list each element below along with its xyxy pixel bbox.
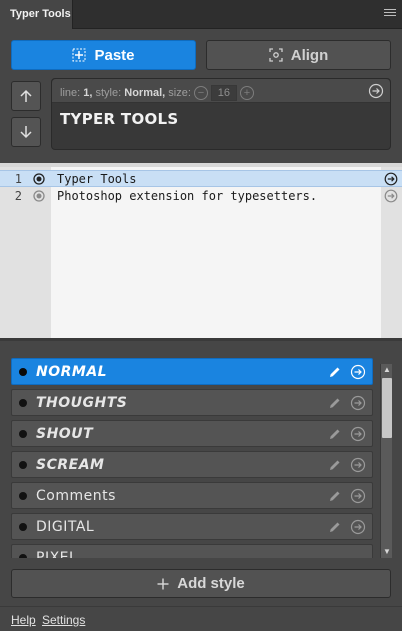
settings-link[interactable]: Settings (42, 613, 85, 627)
style-dot (19, 523, 27, 531)
go-icon[interactable] (350, 395, 366, 411)
style-dot (19, 492, 27, 500)
align-icon (269, 48, 283, 62)
add-style-label: Add style (177, 575, 245, 592)
line-label: line: (60, 87, 81, 99)
previous-line-button[interactable] (11, 81, 41, 111)
go-icon[interactable] (368, 83, 384, 104)
style-item[interactable]: SHOUT (11, 420, 373, 447)
scroll-thumb[interactable] (382, 378, 392, 438)
style-name: SHOUT (36, 426, 94, 442)
style-item[interactable]: THOUGHTS (11, 389, 373, 416)
style-item[interactable]: Comments (11, 482, 373, 509)
go-icon[interactable] (384, 189, 398, 203)
go-icon[interactable] (384, 172, 398, 186)
align-label: Align (290, 46, 329, 64)
minus-icon: − (197, 86, 205, 99)
edit-icon[interactable] (328, 489, 342, 503)
panel-header: Typer Tools (0, 0, 402, 29)
size-increase-button[interactable]: + (239, 86, 254, 100)
edit-icon[interactable] (328, 520, 342, 534)
style-dot (19, 461, 27, 469)
line-number: 1 (14, 172, 22, 186)
style-dot (19, 399, 27, 407)
style-item[interactable]: DIGITAL (11, 513, 373, 540)
line-text: Typer Tools (57, 172, 137, 186)
go-icon[interactable] (350, 457, 366, 473)
style-value: Normal, (124, 87, 166, 99)
style-dot (19, 430, 27, 438)
footer: Help Settings (0, 606, 402, 631)
style-name: Comments (36, 488, 116, 504)
style-item[interactable]: PIXEL (11, 544, 373, 558)
panel-menu-icon[interactable] (384, 9, 396, 19)
style-item[interactable]: NORMAL (11, 358, 373, 385)
style-name: NORMAL (36, 364, 108, 380)
target-bullet-icon (33, 190, 45, 202)
paste-label: Paste (94, 46, 135, 64)
add-style-button[interactable]: Add style (11, 569, 391, 598)
scroll-down-icon[interactable]: ▼ (381, 546, 393, 558)
paste-icon (72, 48, 86, 62)
editor-line[interactable]: 2 Photoshop extension for typesetters. (0, 188, 402, 205)
plus-icon (157, 578, 169, 590)
arrow-up-icon (20, 89, 32, 102)
style-item[interactable]: SCREAM (11, 451, 373, 478)
size-label: size: (168, 87, 191, 99)
line-preview: line: 1, style: Normal, size: − 16 + TYP… (51, 78, 391, 150)
style-name: THOUGHTS (36, 395, 128, 411)
style-list-clip: PIXEL (0, 544, 390, 558)
size-decrease-button[interactable]: − (193, 86, 208, 100)
preview-text: TYPER TOOLS (60, 110, 179, 128)
target-bullet-icon (33, 173, 45, 185)
edit-icon[interactable] (328, 396, 342, 410)
go-icon[interactable] (350, 364, 366, 380)
align-button[interactable]: Align (206, 40, 391, 70)
plus-icon: + (243, 86, 251, 99)
edit-icon[interactable] (328, 365, 342, 379)
style-name: PIXEL (36, 550, 78, 558)
help-link[interactable]: Help (11, 613, 36, 627)
style-name: SCREAM (36, 457, 105, 473)
style-dot (19, 554, 27, 558)
text-editor[interactable]: 1 Typer Tools 2 Photoshop extension for … (0, 163, 402, 341)
style-dot (19, 368, 27, 376)
preview-meta-bar: line: 1, style: Normal, size: − 16 + (52, 79, 390, 103)
line-text: Photoshop extension for typesetters. (57, 189, 318, 203)
editor-line[interactable]: 1 Typer Tools (0, 170, 402, 187)
line-value: 1, (83, 87, 93, 99)
size-input[interactable]: 16 (210, 85, 237, 101)
edit-icon[interactable] (328, 427, 342, 441)
panel-tab[interactable]: Typer Tools (0, 0, 73, 29)
scroll-up-icon[interactable]: ▲ (381, 364, 393, 376)
go-icon[interactable] (350, 519, 366, 535)
style-name: DIGITAL (36, 519, 95, 535)
line-number: 2 (14, 189, 22, 203)
style-label: style: (95, 87, 122, 99)
edit-icon[interactable] (328, 458, 342, 472)
go-icon[interactable] (350, 488, 366, 504)
arrow-down-icon (20, 126, 32, 139)
paste-button[interactable]: Paste (11, 40, 196, 70)
next-line-button[interactable] (11, 117, 41, 147)
styles-scrollbar[interactable]: ▲ ▼ (380, 364, 392, 558)
go-icon[interactable] (350, 426, 366, 442)
preview-meta: line: 1, style: Normal, size: − 16 + (60, 85, 257, 101)
